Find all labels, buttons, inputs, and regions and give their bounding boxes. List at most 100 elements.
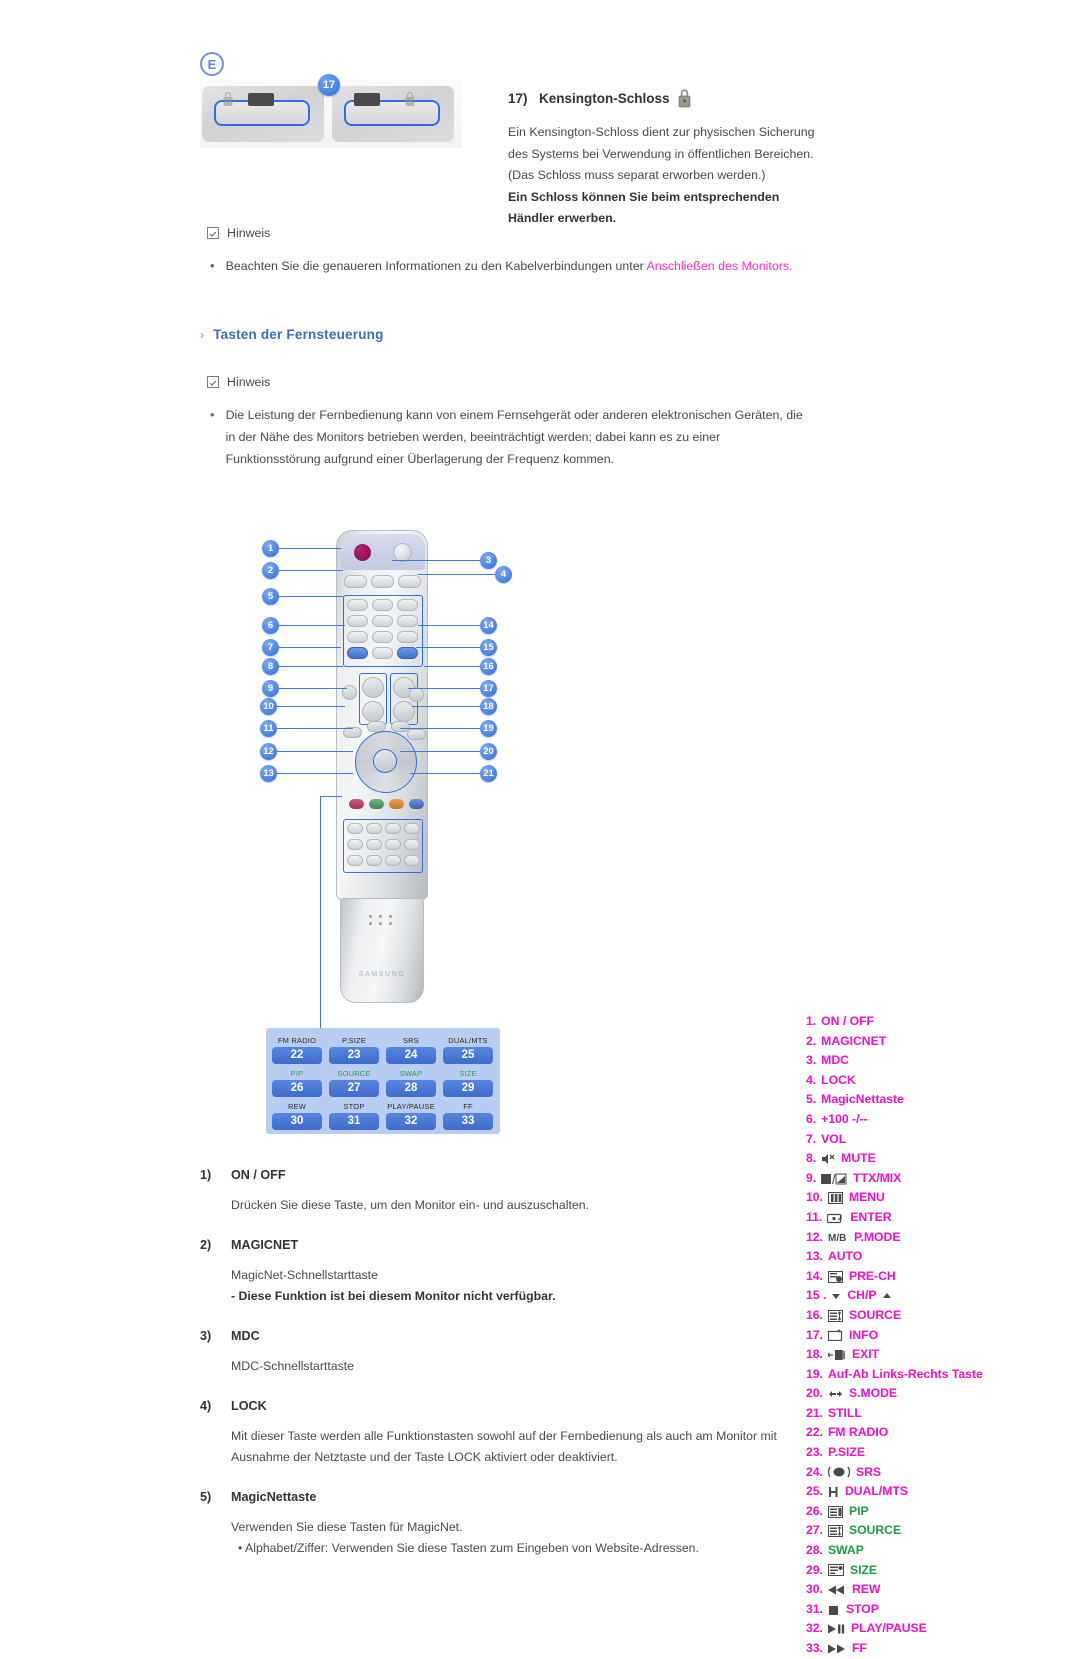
legend-icon-holder: M/B <box>827 1231 851 1243</box>
legend-item-label: MAGICNET <box>821 1033 887 1048</box>
panel-num-24: 24 <box>386 1047 436 1064</box>
ttx-mix-icon <box>821 1173 847 1185</box>
description-number: 3) <box>200 1329 212 1343</box>
numeric-keypad-group <box>343 595 423 667</box>
legend-item-27: 27. SOURCE <box>806 1521 1056 1541</box>
key-9 <box>397 631 418 643</box>
note-label-2: Hinweis <box>207 375 270 389</box>
description-title-row: 4) LOCK <box>200 1399 820 1413</box>
callout-16: 16 <box>480 658 497 675</box>
callout-20: 20 <box>480 743 497 760</box>
legend-item-label: SOURCE <box>848 1307 902 1322</box>
legend-icon-holder <box>827 1584 849 1596</box>
callout-7: 7 <box>262 639 279 656</box>
callout-6: 6 <box>262 617 279 634</box>
key-prech <box>397 647 418 659</box>
legend-item-label: PIP <box>848 1503 869 1518</box>
legend-item-number: 33. <box>806 1641 823 1655</box>
pip-icon <box>827 1505 843 1518</box>
note-text-before: Beachten Sie die genaueren Informationen… <box>225 259 647 273</box>
callout-8: 8 <box>262 658 279 675</box>
legend-icon-holder <box>826 1212 847 1224</box>
kensington-section: E 17 17) Kensington-Schloss Ein Kensingt… <box>196 52 836 225</box>
color-button-row <box>349 799 424 811</box>
legend-icon-holder <box>820 1173 850 1185</box>
media-key-23 <box>366 823 382 834</box>
legend-item-16: 16. SOURCE <box>806 1306 1056 1326</box>
menu-icon <box>827 1192 843 1205</box>
description-body: Mit dieser Taste werden alle Funktionsta… <box>200 1426 820 1468</box>
exit-icon <box>827 1349 845 1360</box>
remote-control-figure: SAMSUNG 1 2 5 6 7 8 9 10 11 12 13 3 4 14… <box>258 500 983 1655</box>
media-key-33 <box>404 855 420 866</box>
callout-17: 17 <box>480 680 497 697</box>
source-button <box>409 687 424 702</box>
description-number: 5) <box>200 1490 212 1504</box>
source-icon <box>827 1309 843 1322</box>
legend-item-7: 7. VOL <box>806 1130 1056 1150</box>
panel-label-28: SWAP <box>399 1069 423 1078</box>
description-title-row: 1) ON / OFF <box>200 1168 820 1182</box>
legend-item-label: MDC <box>821 1053 849 1068</box>
panel-cell-22: FM RADIO 22 <box>272 1036 322 1064</box>
legend-item-label: +100 -/-- <box>821 1111 868 1126</box>
kensington-line-2: des Systems bei Verwendung in öffentlich… <box>508 146 814 161</box>
legend-item-label: REW <box>851 1582 881 1597</box>
panel-cell-24: SRS 24 <box>386 1036 436 1064</box>
legend-item-number: 1. <box>806 1014 817 1028</box>
key-2 <box>372 599 393 611</box>
legend-item-label: PLAY/PAUSE <box>850 1621 927 1636</box>
legend-icon-holder <box>827 1388 846 1400</box>
panel-num-31: 31 <box>329 1113 379 1130</box>
legend-item-label: MENU <box>848 1190 885 1205</box>
legend-item-28: 28. SWAP <box>806 1541 1056 1561</box>
legend-item-19: 19. Auf-Ab Links-Rechts Taste <box>806 1365 1056 1385</box>
legend-item-label: CH/P <box>847 1288 877 1303</box>
legend-item-21: 21. STILL <box>806 1404 1056 1424</box>
note-bullet-text: Die Leistung der Fernbedienung kann von … <box>226 404 803 470</box>
key-5 <box>372 615 393 627</box>
manual-page: E 17 17) Kensington-Schloss Ein Kensingt… <box>0 0 1080 1655</box>
legend-icon-holder <box>827 1564 847 1577</box>
legend-item-3: 3. MDC <box>806 1051 1056 1071</box>
legend-item-number: 4. <box>806 1072 817 1087</box>
remote-button-legend-list: 1. ON / OFF 2. MAGICNET 3. MDC 4. LOCK 5. MagicNe… <box>806 1012 1056 1659</box>
key-8 <box>372 631 393 643</box>
legend-icon-holder <box>830 1290 844 1302</box>
kensington-line-1: Ein Kensington-Schloss dient zur physisc… <box>508 125 815 139</box>
description-block-3: 3) MDC MDC-Schnellstarttaste <box>200 1329 820 1377</box>
legend-icon-holder <box>827 1604 843 1616</box>
legend-item-30: 30. REW <box>806 1580 1056 1600</box>
legend-item-label: Auf-Ab Links-Rechts Taste <box>827 1366 983 1381</box>
legend-icon-holder <box>827 1329 846 1342</box>
description-number: 2) <box>200 1238 212 1252</box>
callout-13: 13 <box>260 765 277 782</box>
legend-icon-holder <box>820 1153 838 1165</box>
key-1 <box>347 599 368 611</box>
dual-mts-icon <box>828 1487 838 1498</box>
legend-item-number: 2. <box>806 1033 817 1048</box>
yellow-button <box>389 799 404 809</box>
legend-icon-holder <box>827 1192 846 1205</box>
description-block-2: 2) MAGICNET MagicNet-Schnellstarttaste - Di… <box>200 1238 820 1307</box>
legend-item-label: STILL <box>827 1405 862 1420</box>
legend-item-number: 31. <box>806 1601 823 1616</box>
size-icon <box>827 1564 844 1577</box>
description-body: Verwenden Sie diese Tasten für MagicNet.… <box>200 1517 820 1559</box>
note-bullet-text: Beachten Sie die genaueren Informationen… <box>226 255 793 277</box>
legend-item-number: 5. <box>806 1092 817 1107</box>
panel-num-32: 32 <box>386 1113 436 1130</box>
legend-item-8: 8. MUTE <box>806 1149 1056 1169</box>
legend-item-23: 23. P.SIZE <box>806 1443 1056 1463</box>
legend-item-label: VOL <box>821 1131 847 1146</box>
panel-cell-30: REW 30 <box>272 1102 322 1130</box>
media-key-30 <box>347 855 363 866</box>
link-anschliessen-des-monitors[interactable]: Anschließen des Monitors <box>646 259 789 273</box>
panel-label-25: DUAL/MTS <box>448 1036 488 1045</box>
legend-item-label: DUAL/MTS <box>844 1484 908 1499</box>
panel-cell-23: P.SIZE 23 <box>329 1036 379 1064</box>
panel-cell-26: PIP 26 <box>272 1069 322 1097</box>
legend-item-label: PRE-CH <box>848 1268 896 1283</box>
pre-ch-icon <box>827 1270 843 1283</box>
legend-icon-holder <box>827 1623 848 1635</box>
